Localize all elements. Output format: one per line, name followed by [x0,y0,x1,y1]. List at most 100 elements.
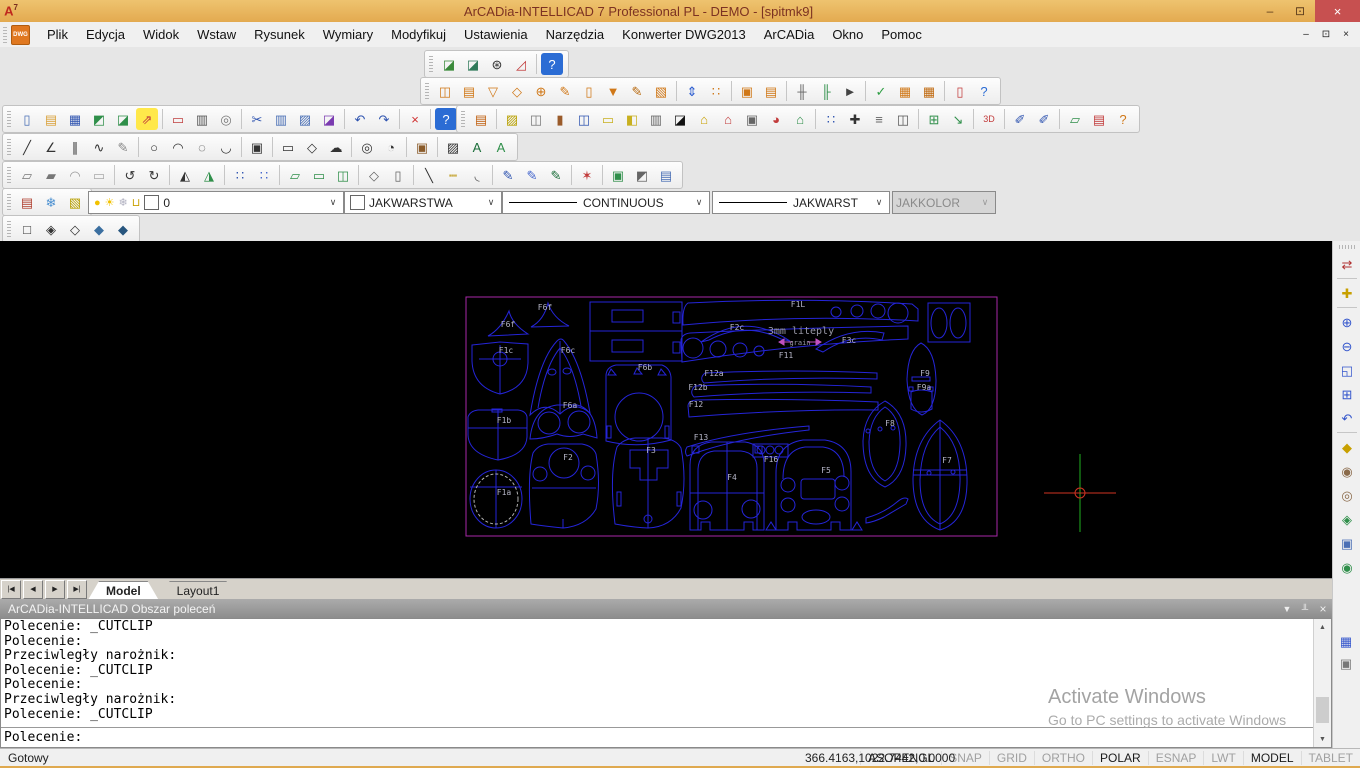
ceiling-icon[interactable]: ▣ [741,108,763,130]
toggle-polar[interactable]: POLAR [1092,751,1148,765]
cut-icon[interactable]: ✂ [246,108,268,130]
spec-list-icon[interactable]: ▤ [760,80,782,102]
zoom-previous-icon[interactable]: ↶ [1336,407,1358,429]
array-icon[interactable]: ∷ [253,164,275,186]
panel-pin-icon[interactable]: ╨ [1296,604,1314,614]
menu-item-okno[interactable]: Okno [823,22,872,47]
rect-green-line-icon[interactable]: ◫ [332,164,354,186]
open-file-icon[interactable]: ▤ [40,108,62,130]
menu-grip[interactable] [3,27,7,43]
select-similar-icon[interactable]: ∷ [229,164,251,186]
pencil-orange-icon[interactable]: ✎ [554,80,576,102]
measure-icon[interactable]: ┉ [442,164,464,186]
import-drawing-icon[interactable]: ◩ [88,108,110,130]
menu-item-arcadia[interactable]: ArCADia [755,22,824,47]
layers-orange-icon[interactable]: ▧ [650,80,672,102]
erase-icon[interactable]: × [404,108,426,130]
circle-icon[interactable]: ○ [143,136,165,158]
rect-green-icon[interactable]: ▭ [308,164,330,186]
orbit-3d-icon[interactable]: ◈ [1336,508,1358,530]
toggle-esnap[interactable]: ESNAP [1148,751,1204,765]
radiator-icon[interactable]: ▤ [458,80,480,102]
color-dropdown[interactable]: JAKWARSTWA ∨ [344,191,502,214]
copy-icon[interactable]: ▥ [270,108,292,130]
menu-item-wymiary[interactable]: Wymiary [314,22,382,47]
polygon-icon[interactable]: ◇ [301,136,323,158]
tab-model[interactable]: Model [88,581,159,600]
menu-item-plik[interactable]: Plik [38,22,77,47]
hatch-icon[interactable]: ▨ [442,136,464,158]
layer-lock-icon[interactable]: ⊔ [132,196,141,209]
view-3d-icon[interactable]: 3D [978,108,1000,130]
view-ucs-icon[interactable]: ◉ [1336,556,1358,578]
spline-icon[interactable]: ∿ [88,136,110,158]
menu-item-wstaw[interactable]: Wstaw [188,22,245,47]
wireframe-2d-icon[interactable]: □ [16,218,38,240]
chevron-down-icon[interactable]: ∨ [484,197,498,208]
window-plan-icon[interactable]: ▣ [736,80,758,102]
multiline-icon[interactable]: ∥ [64,136,86,158]
layer-dropdown[interactable]: ● ☀ ❄ ⊔ 0 ∨ [88,191,344,214]
redo-icon[interactable]: ↷ [373,108,395,130]
fillet-icon[interactable]: ◟ [466,164,488,186]
single-text-icon[interactable]: A [490,136,512,158]
close-button[interactable]: × [1315,0,1360,22]
scroll-down-icon[interactable]: ▼ [1314,731,1331,747]
window-horizontal-icon[interactable]: ◫ [525,108,547,130]
match-properties-icon[interactable]: ◠ [64,164,86,186]
move-to-layer-icon[interactable]: ▰ [40,164,62,186]
network-scheme-icon[interactable]: ∷ [705,80,727,102]
copy-to-layer-icon[interactable]: ▱ [16,164,38,186]
edit-spline-icon[interactable]: ✎ [497,164,519,186]
camera-preview-icon[interactable]: ▣ [1336,532,1358,554]
chevron-down-icon[interactable]: ∨ [872,197,886,208]
funnel-icon[interactable]: ▽ [482,80,504,102]
pan-redraw-icon[interactable]: ⇄ [1336,253,1358,275]
zoom-window-icon[interactable]: ◱ [1336,359,1358,381]
layer-freeze-icon[interactable]: ❄ [119,196,128,209]
boundary-icon[interactable]: ◩ [631,164,653,186]
toggle-grid[interactable]: GRID [989,751,1034,765]
menu-item-konwerter-dwg2013[interactable]: Konwerter DWG2013 [613,22,755,47]
first-layout-button[interactable]: |◀ [1,580,21,599]
scrollbar-thumb[interactable] [1316,697,1329,723]
mtext-icon[interactable]: A [466,136,488,158]
layer-on-icon[interactable]: ● [94,197,101,209]
prev-layout-button[interactable]: ◀ [23,580,43,599]
viewport-single-icon[interactable]: ▣ [1335,652,1357,674]
polyline-icon[interactable]: ∠ [40,136,62,158]
calculator-2-icon[interactable]: ▦ [918,80,940,102]
command-history-area[interactable]: Polecenie: _CUTCLIPPolecenie:Przeciwległ… [0,618,1332,748]
slope-arrow-icon[interactable]: ◿ [510,53,532,75]
command-prompt[interactable]: Polecenie: [4,730,82,745]
sketch-icon[interactable]: ✎ [112,136,134,158]
zoom-extents-icon[interactable]: ⊞ [1336,383,1358,405]
vertical-dimension-icon[interactable]: ⇕ [681,80,703,102]
page-setup-icon[interactable]: ▭ [167,108,189,130]
layers-manager-icon[interactable]: ▤ [16,191,38,213]
menu-item-pomoc[interactable]: Pomoc [872,22,930,47]
menu-item-narz-dzia[interactable]: Narzędzia [537,22,614,47]
pan-hand-icon[interactable]: ✚ [1336,282,1358,304]
arc-icon[interactable]: ◠ [167,136,189,158]
stairs-icon[interactable]: ≡ [868,108,890,130]
check-project-icon[interactable]: ✓ [870,80,892,102]
layer-thaw-icon[interactable]: ☀ [105,196,115,209]
toggle-tablet[interactable]: TABLET [1301,751,1360,765]
grid-run-icon[interactable]: ╟ [815,80,837,102]
align-icon[interactable]: ▯ [387,164,409,186]
point-icon[interactable]: ▣ [246,136,268,158]
print-preview-icon[interactable]: ◎ [215,108,237,130]
shutter-icon[interactable]: ▥ [645,108,667,130]
insert-block-icon[interactable]: ▣ [411,136,433,158]
tab-layout1[interactable]: Layout1 [159,581,238,600]
explode-icon[interactable]: ✶ [576,164,598,186]
drawing-canvas[interactable]: F6fF6fF1cF6cF6bF6aF2cF1L3mm liteplygrain… [0,241,1332,578]
building-view-icon[interactable]: ◫ [892,108,914,130]
rotate-ccw-icon[interactable]: ↺ [119,164,141,186]
render-teapot-icon[interactable]: ◕ [765,108,787,130]
print-icon[interactable]: ▥ [191,108,213,130]
terrain-graph-icon[interactable]: ◪ [438,53,460,75]
ellipse-arc-icon[interactable]: ◡ [215,136,237,158]
scroll-up-icon[interactable]: ▲ [1314,619,1331,635]
